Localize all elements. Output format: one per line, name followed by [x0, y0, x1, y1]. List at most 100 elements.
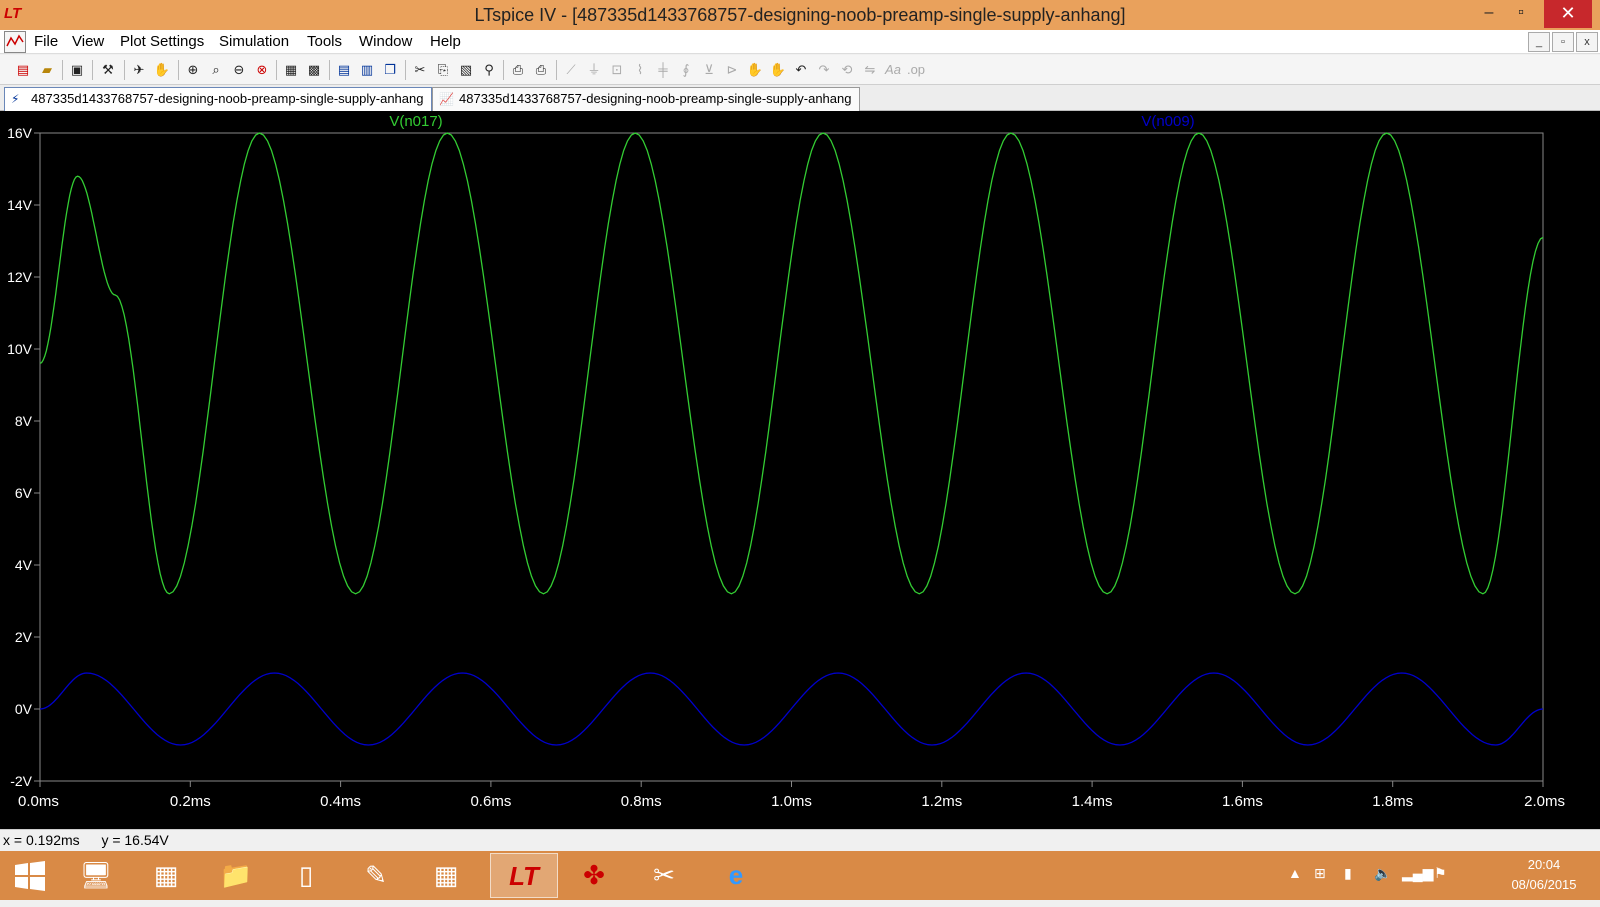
firewall-app-icon[interactable]: ▦ — [132, 853, 200, 898]
mdi-restore-button[interactable]: ▫ — [1552, 32, 1574, 52]
redo-icon[interactable]: ↷ — [814, 60, 834, 80]
maximize-button[interactable]: ▫ — [1506, 0, 1536, 28]
menu-view[interactable]: View — [72, 33, 104, 50]
mdi-close-button[interactable]: x — [1576, 32, 1598, 52]
menu-help[interactable]: Help — [430, 33, 461, 50]
diode-icon[interactable]: ⊻ — [699, 60, 719, 80]
windows-logo-icon — [15, 861, 45, 891]
zoom-out-icon[interactable]: ⊖ — [229, 60, 249, 80]
menu-simulation[interactable]: Simulation — [219, 33, 289, 50]
print-icon[interactable]: ⎙ — [531, 60, 551, 80]
toolbar-separator — [556, 60, 557, 80]
volume-icon[interactable]: 🔈 — [1374, 865, 1391, 882]
y-tick-label: 0V — [15, 701, 33, 717]
save-icon[interactable]: ▣ — [67, 60, 87, 80]
x-tick-label: 2.0ms — [1524, 793, 1565, 810]
y-tick-label: 4V — [15, 557, 33, 573]
minimize-button[interactable]: – — [1474, 0, 1504, 28]
tab-waveform[interactable]: 📈 487335d1433768757-designing-noob-pream… — [432, 87, 861, 111]
waveform-chart[interactable]: 16V 14V 12V 10V 8V 6V 4V 2V 0V -2V 0.0ms 0.2ms 0.4ms… — [0, 111, 1600, 829]
close-button[interactable]: ✕ — [1544, 0, 1592, 28]
show-hidden-icons-icon[interactable]: ▲ — [1288, 865, 1302, 881]
x-tick-label: 0.0ms — [18, 793, 59, 810]
cursor-x-readout: x = 0.192ms — [3, 832, 80, 848]
windows-taskbar: 🖥 ▦ 📁 ▯ ✎ ▦ LT ✤ ✂ e ▲ ⊞ ▮ 🔈 ▂▄▆ ⚑ 20:04… — [0, 851, 1600, 900]
y-tick-label: 14V — [7, 197, 33, 213]
menu-window[interactable]: Window — [359, 33, 412, 50]
tab-label: 487335d1433768757-designing-noob-preamp-… — [31, 91, 424, 106]
tile-vertical-icon[interactable]: ▥ — [357, 60, 377, 80]
new-schematic-icon[interactable]: ▤ — [13, 60, 33, 80]
wire-icon[interactable]: ⟋ — [561, 60, 581, 80]
battery-icon[interactable]: ▮ — [1344, 865, 1352, 882]
start-button[interactable] — [0, 853, 60, 898]
undo-icon[interactable]: ↶ — [791, 60, 811, 80]
y-tick-label: 6V — [15, 485, 33, 501]
zoom-in-icon[interactable]: ⊕ — [183, 60, 203, 80]
resistor-icon[interactable]: ⌇ — [630, 60, 650, 80]
menu-bar: File View Plot Settings Simulation Tools… — [0, 30, 1600, 54]
tile-horizontal-icon[interactable]: ▤ — [334, 60, 354, 80]
series-line-v-n017- — [39, 132, 1544, 595]
title-bar: LT LTspice IV - [487335d1433768757-desig… — [0, 0, 1600, 30]
document-waveform-icon[interactable] — [4, 31, 26, 53]
run-icon[interactable]: ✈ — [129, 60, 149, 80]
mdi-minimize-button[interactable]: _ — [1528, 32, 1550, 52]
remote-desktop-icon[interactable]: 🖥 — [62, 853, 130, 898]
menu-tools[interactable]: Tools — [307, 33, 342, 50]
component-icon[interactable]: ⊳ — [722, 60, 742, 80]
capacitor-icon[interactable]: ╪ — [653, 60, 673, 80]
x-tick-label: 0.8ms — [621, 793, 662, 810]
spice-directive-icon[interactable]: .op — [906, 60, 926, 80]
cut-icon[interactable]: ✂ — [410, 60, 430, 80]
document-tab-bar: ⚡ 487335d1433768757-designing-noob-pream… — [0, 85, 1600, 111]
pan-hand-icon[interactable]: ✋ — [152, 60, 172, 80]
toolbar-separator — [178, 60, 179, 80]
cascade-icon[interactable]: ❐ — [380, 60, 400, 80]
zoom-fit-icon[interactable]: ⊗ — [252, 60, 272, 80]
plot-frame — [39, 132, 1544, 782]
file-explorer-icon[interactable]: 📁 — [202, 853, 270, 898]
notepad-icon[interactable]: ▯ — [272, 853, 340, 898]
window-title: LTspice IV - [487335d1433768757-designin… — [474, 5, 1126, 25]
toolbar-separator — [329, 60, 330, 80]
print-setup-icon[interactable]: ⎙ — [508, 60, 528, 80]
ground-icon[interactable]: ⏚ — [584, 60, 604, 80]
x-tick-label: 1.8ms — [1372, 793, 1413, 810]
inductor-icon[interactable]: ∮ — [676, 60, 696, 80]
autorange-icon[interactable]: ▦ — [281, 60, 301, 80]
waveform-icon: 📈 — [439, 92, 454, 106]
move-icon[interactable]: ✋ — [745, 60, 765, 80]
clock-date: 08/06/2015 — [1511, 877, 1577, 892]
calculator-icon[interactable]: ▦ — [412, 853, 480, 898]
mirror-icon[interactable]: ⇋ — [860, 60, 880, 80]
legend-label-v-n017-: V(n017) — [389, 113, 442, 130]
tab-schematic[interactable]: ⚡ 487335d1433768757-designing-noob-pream… — [4, 87, 433, 111]
snipping-tool-icon[interactable]: ✂ — [630, 853, 698, 898]
waveform-plot-pane[interactable]: 16V 14V 12V 10V 8V 6V 4V 2V 0V -2V 0.0ms 0.2ms 0.4ms… — [0, 111, 1600, 829]
grid-icon[interactable]: ▩ — [304, 60, 324, 80]
text-icon[interactable]: Aa — [883, 60, 903, 80]
find-icon[interactable]: ⚲ — [479, 60, 499, 80]
menu-plot-settings[interactable]: Plot Settings — [120, 33, 204, 50]
internet-explorer-icon[interactable]: e — [702, 853, 770, 898]
copy-icon[interactable]: ⎘ — [433, 60, 453, 80]
open-icon[interactable]: ▰ — [37, 60, 57, 80]
paste-icon[interactable]: ▧ — [456, 60, 476, 80]
action-center-flag-icon[interactable]: ⚑ — [1434, 865, 1447, 882]
zoom-area-icon[interactable]: ⌕ — [206, 60, 226, 80]
drag-icon[interactable]: ✋ — [768, 60, 788, 80]
x-tick-label: 1.6ms — [1222, 793, 1263, 810]
network-signal-icon[interactable]: ▂▄▆ — [1402, 865, 1433, 882]
ltspice-taskbar-icon[interactable]: LT — [490, 853, 558, 898]
rotate-icon[interactable]: ⟲ — [837, 60, 857, 80]
tab-label: 487335d1433768757-designing-noob-preamp-… — [459, 91, 852, 106]
control-panel-icon[interactable]: ⚒ — [98, 60, 118, 80]
windows-flag-tray-icon[interactable]: ⊞ — [1314, 865, 1326, 882]
legend-label-v-n009-: V(n009) — [1141, 113, 1194, 130]
label-net-icon[interactable]: ⊡ — [607, 60, 627, 80]
notes-app-icon[interactable]: ✎ — [342, 853, 410, 898]
system-clock[interactable]: 20:04 08/06/2015 — [1496, 855, 1592, 895]
menu-file[interactable]: File — [34, 33, 58, 50]
puzzle-app-icon[interactable]: ✤ — [560, 853, 628, 898]
